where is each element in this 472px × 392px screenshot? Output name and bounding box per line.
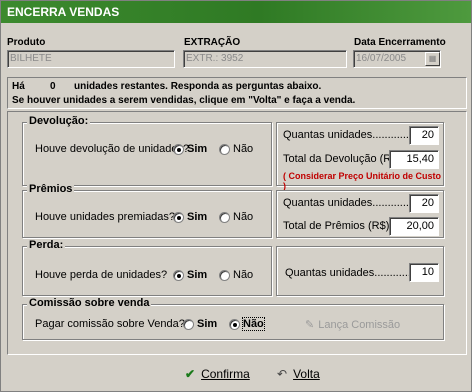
calendar-icon[interactable]: ▦ <box>425 52 440 66</box>
radio-selected-icon <box>229 318 240 330</box>
devolucao-qtd-input[interactable]: 20 <box>409 126 439 145</box>
data-encerramento-label: Data Encerramento <box>354 37 446 48</box>
produto-label: Produto <box>7 37 46 48</box>
perda-sim-label: Sim <box>187 269 208 281</box>
extracao-field[interactable]: EXTR.: 3952 <box>183 50 347 68</box>
devolucao-nao-radio[interactable]: Não <box>219 143 253 155</box>
devolucao-group: Devolução: Houve devolução de unidades? … <box>22 115 272 186</box>
devolucao-qtd-label: Quantas unidades.................. <box>283 129 428 141</box>
extracao-label: EXTRAÇÃO <box>184 37 241 48</box>
premios-values-group: Quantas unidades.............. 20 Total … <box>276 190 444 238</box>
info-box: Há 0 unidades restantes. Responda as per… <box>7 77 467 109</box>
premios-qtd-label: Quantas unidades.............. <box>283 197 416 209</box>
confirma-label: Confirma <box>201 367 250 381</box>
info-line2: Se houver unidades a serem vendidas, cli… <box>12 95 356 106</box>
main-panel: Devolução: Houve devolução de unidades? … <box>7 111 467 355</box>
comissao-question: Pagar comissão sobre Venda? <box>35 318 185 330</box>
volta-button[interactable]: ↶ Volta <box>277 367 320 381</box>
info-prefix: Há <box>12 81 25 92</box>
radio-unselected-icon <box>219 143 230 155</box>
perda-nao-radio[interactable]: Não <box>219 269 253 281</box>
radio-selected-icon <box>173 143 184 155</box>
comissao-nao-label: Não <box>242 317 265 331</box>
produto-field[interactable]: BILHETE <box>7 50 175 68</box>
devolucao-values-group: Quantas unidades.................. 20 To… <box>276 122 444 191</box>
comissao-group: Comissão sobre venda Pagar comissão sobr… <box>22 297 444 340</box>
premios-sim-radio[interactable]: Sim <box>173 211 207 223</box>
devolucao-sim-radio[interactable]: Sim <box>173 143 207 155</box>
perda-group: Perda: Houve perda de unidades? Sim Não <box>22 239 272 296</box>
undo-arrow-icon: ↶ <box>277 367 288 381</box>
premios-sim-label: Sim <box>187 211 208 223</box>
radio-selected-icon <box>173 211 184 223</box>
comissao-title: Comissão sobre venda <box>27 297 152 309</box>
premios-total-input[interactable]: 20,00 <box>389 217 439 236</box>
premios-qtd-input[interactable]: 20 <box>409 194 439 213</box>
devolucao-total-input[interactable]: 15,40 <box>389 150 439 169</box>
devolucao-question: Houve devolução de unidades? <box>35 143 190 155</box>
premios-total-label: Total de Prêmios (R$)...: <box>283 220 402 232</box>
window-title: ENCERRA VENDAS <box>1 1 471 23</box>
comissao-sim-radio[interactable]: Sim <box>183 318 217 330</box>
custo-note: ( Considerar Preço Unitário de Custo ) <box>283 171 442 191</box>
comissao-nao-radio[interactable]: Não <box>229 317 265 331</box>
radio-selected-icon <box>173 269 184 281</box>
radio-unselected-icon <box>219 269 230 281</box>
perda-nao-label: Não <box>233 269 254 281</box>
window: ENCERRA VENDAS Produto BILHETE EXTRAÇÃO … <box>0 0 472 392</box>
comissao-sim-label: Sim <box>197 318 218 330</box>
devolucao-title: Devolução: <box>27 115 91 127</box>
perda-question: Houve perda de unidades? <box>35 269 168 281</box>
perda-qtd-input[interactable]: 10 <box>409 263 439 282</box>
devolucao-nao-label: Não <box>233 143 254 155</box>
premios-group: Prêmios Houve unidades premiadas? Sim Nã… <box>22 183 272 238</box>
info-line1: unidades restantes. Responda as pergunta… <box>74 81 322 92</box>
remaining-count: 0 <box>50 81 56 92</box>
header-panel: Produto BILHETE EXTRAÇÃO EXTR.: 3952 Dat… <box>1 23 471 73</box>
check-icon: ✔ <box>185 367 196 381</box>
devolucao-total-label: Total da Devolução (R$): <box>283 153 405 165</box>
lanca-comissao-label: Lança Comissão <box>318 318 401 331</box>
volta-label: Volta <box>293 367 320 381</box>
pencil-icon: ✎ <box>305 319 315 331</box>
perda-qtd-label: Quantas unidades.............. <box>285 267 418 279</box>
premios-question: Houve unidades premiadas? <box>35 211 176 223</box>
perda-values-group: Quantas unidades.............. 10 <box>276 246 444 296</box>
premios-title: Prêmios <box>27 183 75 195</box>
premios-nao-radio[interactable]: Não <box>219 211 253 223</box>
radio-unselected-icon <box>219 211 230 223</box>
lanca-comissao-button[interactable]: ✎ Lança Comissão <box>305 318 401 332</box>
radio-unselected-icon <box>183 318 194 330</box>
perda-sim-radio[interactable]: Sim <box>173 269 207 281</box>
confirma-button[interactable]: ✔ Confirma <box>185 367 250 381</box>
premios-nao-label: Não <box>233 211 254 223</box>
devolucao-sim-label: Sim <box>187 143 208 155</box>
perda-title: Perda: <box>27 239 66 251</box>
